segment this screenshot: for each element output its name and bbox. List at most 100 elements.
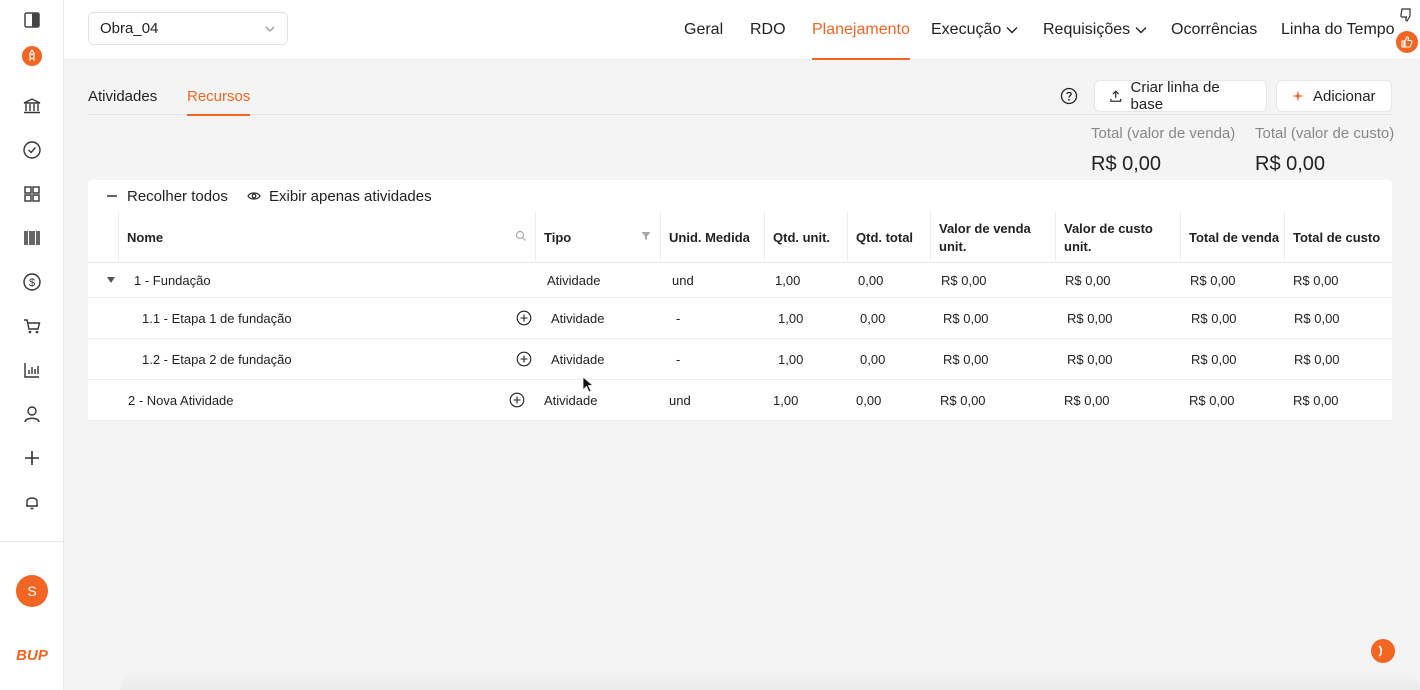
column-header-unid-medida[interactable]: Unid. Medida [660,212,764,263]
upload-icon [1110,90,1122,102]
add-resource-icon[interactable] [516,351,532,367]
row-total-custo: R$ 0,00 [1293,272,1339,288]
resources-table: Recolher todos Exibir apenas atividades … [88,180,1392,421]
table-row[interactable]: 1.1 - Etapa 1 de fundação Atividade - 1,… [88,298,1392,339]
add-button[interactable]: Adicionar [1276,80,1392,112]
total-cost-label: Total (valor de custo) [1255,125,1395,142]
row-qtd-unit: 1,00 [778,351,804,367]
row-unid: und [669,392,691,408]
panel-toggle-icon[interactable] [0,4,64,36]
project-select[interactable]: Obra_04 [88,12,288,45]
column-header-qtd-total[interactable]: Qtd. total [847,212,930,263]
table-row[interactable]: 1 - Fundação Atividade und 1,00 0,00 R$ … [88,263,1392,298]
table-row[interactable]: 2 - Nova Atividade Atividade und 1,00 0,… [88,380,1392,421]
help-icon[interactable] [1060,87,1078,105]
table-toolbar: Recolher todos Exibir apenas atividades [88,180,1392,212]
bank-icon[interactable] [0,90,64,122]
plus-icon[interactable] [0,442,64,474]
row-venda-unit: R$ 0,00 [943,351,989,367]
column-header-nome[interactable]: Nome [118,212,535,263]
add-resource-icon[interactable] [516,310,532,326]
avatar[interactable]: S [16,575,48,607]
row-venda-unit: R$ 0,00 [943,310,989,326]
total-cost-value: R$ 0,00 [1255,153,1326,175]
row-tipo: Atividade [551,351,605,367]
tab-atividades[interactable]: Atividades [88,78,157,115]
row-qtd-total: 0,00 [860,310,886,326]
row-name: 1.2 - Etapa 2 de fundação [142,351,292,367]
column-header-total-venda[interactable]: Total de venda [1180,212,1284,263]
nav-requisicoes[interactable]: Requisições [1043,0,1148,60]
rocket-icon[interactable] [0,40,64,72]
collapse-all-button[interactable]: Recolher todos [105,180,228,212]
row-total-venda: R$ 0,00 [1191,351,1237,367]
nav-planejamento[interactable]: Planejamento [812,0,910,60]
column-header-total-custo[interactable]: Total de custo [1284,212,1392,263]
row-unid: - [676,310,681,326]
bar-chart-icon[interactable] [0,354,64,386]
check-circle-icon[interactable] [0,134,64,166]
chat-widget-icon[interactable] [1371,639,1395,663]
row-tipo: Atividade [551,310,605,326]
row-name: 1.1 - Etapa 1 de fundação [142,310,292,326]
row-qtd-total: 0,00 [858,272,884,288]
barcode-icon[interactable] [0,222,64,254]
add-resource-icon[interactable] [509,392,525,408]
total-sale-label: Total (valor de venda) [1091,125,1236,142]
filter-icon[interactable] [640,230,652,242]
search-icon[interactable] [515,230,527,242]
column-header-qtd-unit[interactable]: Qtd. unit. [764,212,847,263]
row-venda-unit: R$ 0,00 [941,272,987,288]
row-custo-unit: R$ 0,00 [1067,310,1113,326]
project-name: Obra_04 [100,20,159,37]
row-total-venda: R$ 0,00 [1191,310,1237,326]
row-custo-unit: R$ 0,00 [1064,392,1110,408]
sparkle-icon [1292,90,1304,102]
row-total-venda: R$ 0,00 [1190,272,1236,288]
row-qtd-total: 0,00 [856,392,882,408]
total-sale-value: R$ 0,00 [1091,153,1162,175]
chevron-down-icon [265,26,275,32]
row-name: 1 - Fundação [134,272,211,288]
row-unid: - [676,351,681,367]
thumbs-down-icon[interactable] [1399,7,1415,23]
row-custo-unit: R$ 0,00 [1067,351,1113,367]
column-header-valor-custo-unit[interactable]: Valor de custo unit. [1055,212,1180,263]
row-qtd-unit: 1,00 [773,392,799,408]
nav-rdo[interactable]: RDO [750,0,786,60]
svg-text:$: $ [29,277,35,289]
logo: BUP [14,644,50,666]
mouse-cursor-icon [582,376,594,393]
eye-icon [247,192,261,200]
row-tipo: Atividade [547,272,601,288]
table-header: Nome Tipo Unid. Medida Qtd. unit. Qtd. t… [88,212,1392,263]
chevron-down-icon [1135,27,1147,34]
grid-icon[interactable] [0,178,64,210]
column-header-valor-venda-unit[interactable]: Valor de venda unit. [930,212,1055,263]
logo-text: BUP [16,647,49,664]
tab-recursos[interactable]: Recursos [187,78,251,116]
nav-ocorrencias[interactable]: Ocorrências [1171,0,1257,60]
user-icon[interactable] [0,398,64,430]
dollar-icon[interactable]: $ [0,266,64,298]
create-baseline-button[interactable]: Criar linha de base [1094,79,1267,113]
sidebar: $ S BUP [0,0,64,690]
collapse-caret-icon[interactable] [106,275,116,285]
table-row[interactable]: 1.2 - Etapa 2 de fundação Atividade - 1,… [88,339,1392,380]
top-bar: Obra_04 Geral RDO Planejamento Execução … [64,0,1420,60]
row-venda-unit: R$ 0,00 [940,392,986,408]
bell-icon[interactable] [0,486,64,518]
show-only-activities-button[interactable]: Exibir apenas atividades [247,180,432,212]
minus-icon [107,195,117,197]
nav-geral[interactable]: Geral [684,0,723,60]
row-qtd-unit: 1,00 [775,272,801,288]
thumbs-up-icon[interactable] [1396,31,1418,53]
row-total-venda: R$ 0,00 [1189,392,1235,408]
nav-execucao[interactable]: Execução [931,0,1019,60]
row-total-custo: R$ 0,00 [1294,310,1340,326]
nav-linha-do-tempo[interactable]: Linha do Tempo [1281,0,1395,60]
row-qtd-unit: 1,00 [778,310,804,326]
row-custo-unit: R$ 0,00 [1065,272,1111,288]
row-unid: und [672,272,694,288]
cart-icon[interactable] [0,310,64,342]
